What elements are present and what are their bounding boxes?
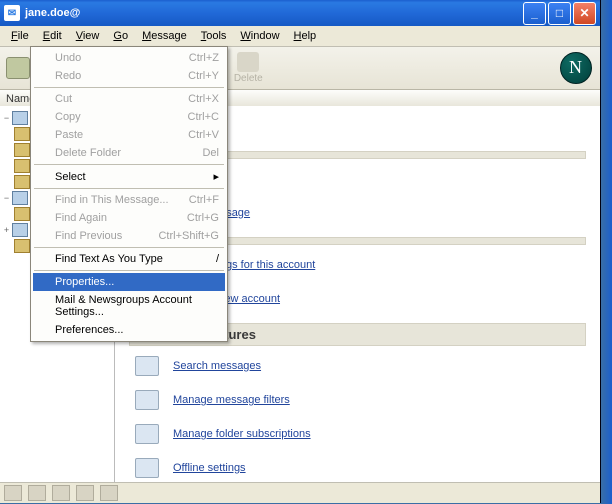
menu-item-find-in-this-message-: Find in This Message...Ctrl+F: [33, 191, 225, 209]
desktop-edge: [601, 0, 612, 504]
link-folder-subscriptions[interactable]: Manage folder subscriptions: [173, 428, 311, 440]
maximize-button[interactable]: □: [548, 2, 571, 25]
menu-file[interactable]: File: [4, 28, 36, 44]
menu-item-undo: UndoCtrl+Z: [33, 49, 225, 67]
menu-help[interactable]: Help: [287, 28, 324, 44]
subscriptions-icon: [135, 424, 159, 444]
menubar: File Edit View Go Message Tools Window H…: [0, 26, 600, 47]
folder-icon: [14, 143, 30, 157]
menu-item-select[interactable]: Select▸: [33, 167, 225, 186]
component-composer-icon[interactable]: [52, 485, 70, 501]
window-title: jane.doe@: [25, 7, 80, 19]
netscape-logo-icon: [560, 52, 592, 84]
link-manage-filters[interactable]: Manage message filters: [173, 394, 290, 406]
menu-tools[interactable]: Tools: [194, 28, 234, 44]
search-icon: [135, 356, 159, 376]
component-mail-icon[interactable]: [28, 485, 46, 501]
folder-icon: [14, 127, 30, 141]
account-icon: [12, 223, 28, 237]
filters-icon: [135, 390, 159, 410]
menu-item-paste: PasteCtrl+V: [33, 126, 225, 144]
menu-item-properties-[interactable]: Properties...: [33, 273, 225, 291]
menu-item-find-again: Find AgainCtrl+G: [33, 209, 225, 227]
menu-item-delete-folder: Delete FolderDel: [33, 144, 225, 162]
folder-icon: [14, 239, 30, 253]
menu-edit[interactable]: Edit: [36, 28, 69, 44]
menu-item-copy: CopyCtrl+C: [33, 108, 225, 126]
component-nav-icon[interactable]: [4, 485, 22, 501]
titlebar[interactable]: ✉ jane.doe@ _ □ ✕: [0, 0, 600, 26]
menu-view[interactable]: View: [69, 28, 107, 44]
menu-item-mail-newsgroups-account-settings-[interactable]: Mail & Newsgroups Account Settings...: [33, 291, 225, 321]
link-search-messages[interactable]: Search messages: [173, 360, 261, 372]
component-irc-icon[interactable]: [100, 485, 118, 501]
offline-icon: [135, 458, 159, 478]
component-address-icon[interactable]: [76, 485, 94, 501]
account-icon: [12, 111, 28, 125]
delete-icon: [237, 52, 259, 72]
account-icon: [12, 191, 28, 205]
menu-item-preferences-[interactable]: Preferences...: [33, 321, 225, 339]
menu-item-find-text-as-you-type[interactable]: Find Text As You Type/: [33, 250, 225, 268]
tool-delete: Delete: [234, 52, 263, 84]
edit-menu-dropdown[interactable]: UndoCtrl+ZRedoCtrl+YCutCtrl+XCopyCtrl+CP…: [30, 46, 228, 342]
folder-icon: [14, 175, 30, 189]
statusbar: [0, 482, 600, 503]
app-icon: ✉: [4, 5, 20, 21]
menu-item-cut: CutCtrl+X: [33, 90, 225, 108]
menu-window[interactable]: Window: [233, 28, 286, 44]
tool-get-msgs[interactable]: [6, 57, 30, 80]
menu-message[interactable]: Message: [135, 28, 194, 44]
get-msgs-icon: [6, 57, 30, 79]
folder-icon: [14, 207, 30, 221]
link-offline-settings[interactable]: Offline settings: [173, 462, 246, 474]
menu-item-redo: RedoCtrl+Y: [33, 67, 225, 85]
menu-item-find-previous: Find PreviousCtrl+Shift+G: [33, 227, 225, 245]
app-window: ✉ jane.doe@ _ □ ✕ File Edit View Go Mess…: [0, 0, 601, 503]
close-button[interactable]: ✕: [573, 2, 596, 25]
folder-icon: [14, 159, 30, 173]
minimize-button[interactable]: _: [523, 2, 546, 25]
menu-go[interactable]: Go: [106, 28, 135, 44]
